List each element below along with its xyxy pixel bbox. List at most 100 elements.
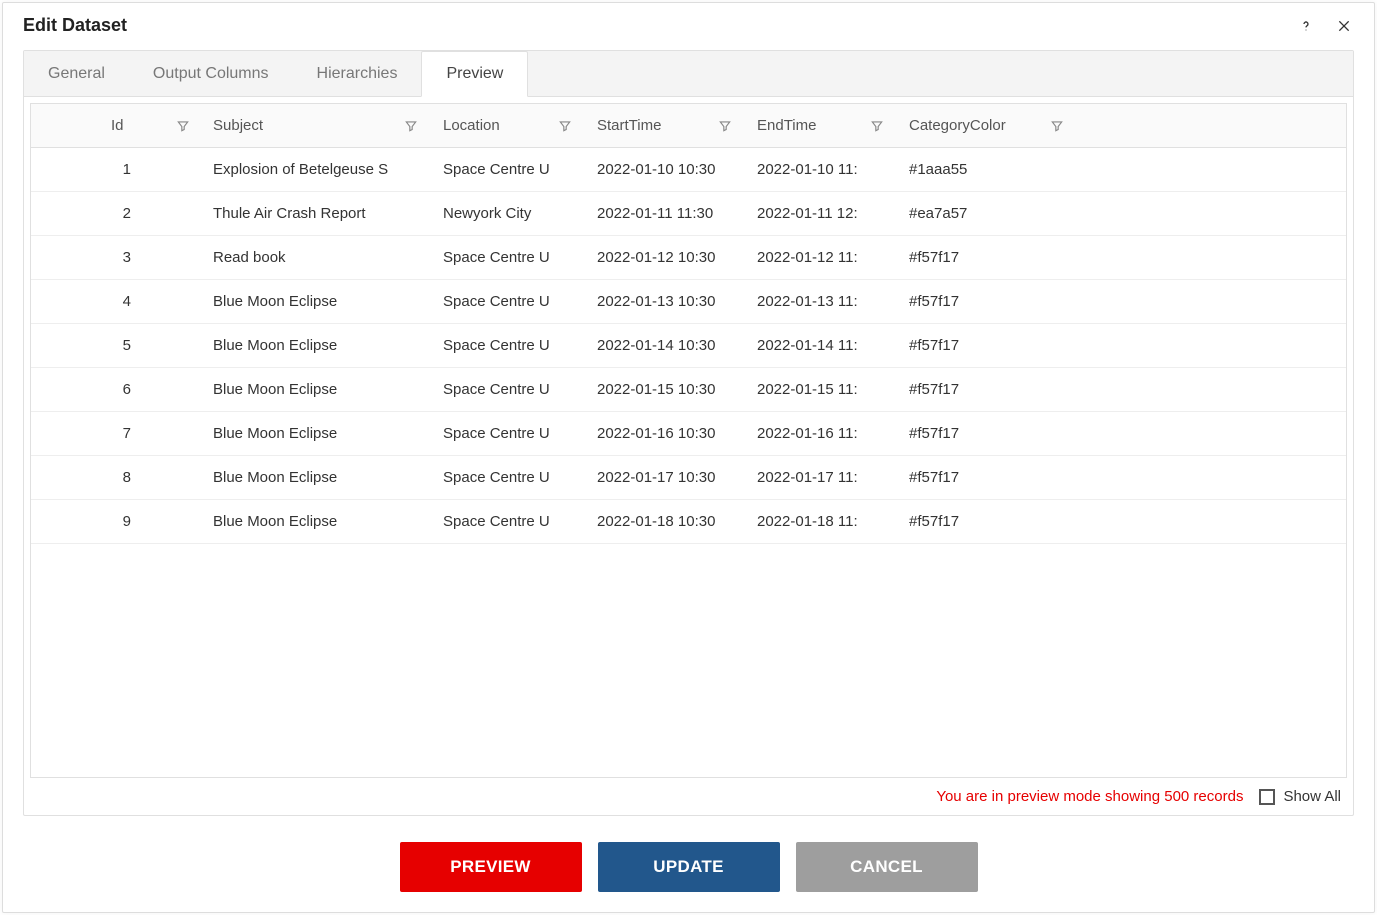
table-row[interactable]: 2Thule Air Crash ReportNewyork City2022-… — [31, 192, 1346, 236]
table-row[interactable]: 4Blue Moon EclipseSpace Centre U2022-01-… — [31, 280, 1346, 324]
cell-location: Space Centre U — [431, 368, 585, 411]
cell-id: 9 — [31, 500, 201, 543]
dialog-header-actions — [1296, 16, 1354, 36]
grid-footer: You are in preview mode showing 500 reco… — [24, 778, 1353, 815]
tab-hierarchies[interactable]: Hierarchies — [293, 51, 422, 96]
column-header-location[interactable]: Location — [431, 104, 585, 147]
preview-mode-note: You are in preview mode showing 500 reco… — [936, 788, 1243, 805]
table-row[interactable]: 5Blue Moon EclipseSpace Centre U2022-01-… — [31, 324, 1346, 368]
table-row[interactable]: 8Blue Moon EclipseSpace Centre U2022-01-… — [31, 456, 1346, 500]
tab-general[interactable]: General — [24, 51, 129, 96]
column-header-starttime[interactable]: StartTime — [585, 104, 745, 147]
table-row[interactable]: 3Read bookSpace Centre U2022-01-12 10:30… — [31, 236, 1346, 280]
filter-icon[interactable] — [404, 119, 418, 133]
cell-location: Newyork City — [431, 192, 585, 235]
checkbox-icon[interactable] — [1259, 789, 1275, 805]
cell-subject: Blue Moon Eclipse — [201, 500, 431, 543]
cell-location: Space Centre U — [431, 324, 585, 367]
column-header-label: Location — [443, 117, 500, 134]
cell-endtime: 2022-01-13 11: — [745, 280, 897, 323]
table-row[interactable]: 9Blue Moon EclipseSpace Centre U2022-01-… — [31, 500, 1346, 544]
grid-header-row: Id Subject Location StartTime — [31, 104, 1346, 148]
cell-subject: Blue Moon Eclipse — [201, 456, 431, 499]
cell-endtime: 2022-01-16 11: — [745, 412, 897, 455]
close-icon[interactable] — [1334, 16, 1354, 36]
cell-id: 6 — [31, 368, 201, 411]
cell-starttime: 2022-01-10 10:30 — [585, 148, 745, 191]
cell-id: 3 — [31, 236, 201, 279]
cell-starttime: 2022-01-11 11:30 — [585, 192, 745, 235]
cell-subject: Blue Moon Eclipse — [201, 324, 431, 367]
column-header-label: CategoryColor — [909, 117, 1006, 134]
cell-categorycolor: #f57f17 — [897, 324, 1077, 367]
cell-id: 7 — [31, 412, 201, 455]
preview-button[interactable]: PREVIEW — [400, 842, 582, 892]
cell-location: Space Centre U — [431, 500, 585, 543]
column-header-categorycolor[interactable]: CategoryColor — [897, 104, 1077, 147]
tab-preview[interactable]: Preview — [421, 51, 528, 97]
show-all-label: Show All — [1283, 788, 1341, 805]
dialog-title: Edit Dataset — [23, 15, 127, 36]
cell-categorycolor: #1aaa55 — [897, 148, 1077, 191]
cell-id: 4 — [31, 280, 201, 323]
dialog-header: Edit Dataset — [23, 15, 1354, 44]
column-header-label: StartTime — [597, 117, 661, 134]
update-button[interactable]: UPDATE — [598, 842, 780, 892]
cell-id: 1 — [31, 148, 201, 191]
cancel-button[interactable]: CANCEL — [796, 842, 978, 892]
cell-subject: Blue Moon Eclipse — [201, 412, 431, 455]
cell-subject: Blue Moon Eclipse — [201, 368, 431, 411]
cell-endtime: 2022-01-15 11: — [745, 368, 897, 411]
cell-subject: Read book — [201, 236, 431, 279]
column-header-endtime[interactable]: EndTime — [745, 104, 897, 147]
cell-categorycolor: #f57f17 — [897, 500, 1077, 543]
cell-endtime: 2022-01-18 11: — [745, 500, 897, 543]
cell-id: 5 — [31, 324, 201, 367]
dialog-body: General Output Columns Hierarchies Previ… — [23, 50, 1354, 816]
cell-categorycolor: #f57f17 — [897, 236, 1077, 279]
table-row[interactable]: 1Explosion of Betelgeuse SSpace Centre U… — [31, 148, 1346, 192]
cell-starttime: 2022-01-12 10:30 — [585, 236, 745, 279]
cell-categorycolor: #f57f17 — [897, 412, 1077, 455]
cell-location: Space Centre U — [431, 280, 585, 323]
cell-subject: Blue Moon Eclipse — [201, 280, 431, 323]
filter-icon[interactable] — [870, 119, 884, 133]
column-header-label: EndTime — [757, 117, 816, 134]
cell-endtime: 2022-01-14 11: — [745, 324, 897, 367]
table-row[interactable]: 6Blue Moon EclipseSpace Centre U2022-01-… — [31, 368, 1346, 412]
column-header-label: Subject — [213, 117, 263, 134]
cell-categorycolor: #f57f17 — [897, 280, 1077, 323]
dialog-action-bar: PREVIEW UPDATE CANCEL — [23, 816, 1354, 892]
cell-endtime: 2022-01-11 12: — [745, 192, 897, 235]
cell-categorycolor: #ea7a57 — [897, 192, 1077, 235]
show-all-toggle[interactable]: Show All — [1259, 788, 1341, 805]
cell-location: Space Centre U — [431, 236, 585, 279]
help-icon[interactable] — [1296, 16, 1316, 36]
cell-location: Space Centre U — [431, 456, 585, 499]
cell-starttime: 2022-01-17 10:30 — [585, 456, 745, 499]
filter-icon[interactable] — [558, 119, 572, 133]
cell-subject: Explosion of Betelgeuse S — [201, 148, 431, 191]
cell-id: 2 — [31, 192, 201, 235]
cell-endtime: 2022-01-10 11: — [745, 148, 897, 191]
cell-categorycolor: #f57f17 — [897, 456, 1077, 499]
tab-output-columns[interactable]: Output Columns — [129, 51, 293, 96]
filter-icon[interactable] — [176, 119, 190, 133]
cell-subject: Thule Air Crash Report — [201, 192, 431, 235]
filter-icon[interactable] — [1050, 119, 1064, 133]
cell-starttime: 2022-01-14 10:30 — [585, 324, 745, 367]
cell-starttime: 2022-01-15 10:30 — [585, 368, 745, 411]
column-header-id[interactable]: Id — [31, 104, 201, 147]
tab-bar: General Output Columns Hierarchies Previ… — [24, 51, 1353, 97]
cell-location: Space Centre U — [431, 148, 585, 191]
cell-starttime: 2022-01-18 10:30 — [585, 500, 745, 543]
filter-icon[interactable] — [718, 119, 732, 133]
edit-dataset-dialog: Edit Dataset General Output Columns Hier… — [2, 2, 1375, 913]
cell-id: 8 — [31, 456, 201, 499]
column-header-subject[interactable]: Subject — [201, 104, 431, 147]
column-header-label: Id — [111, 117, 124, 134]
table-row[interactable]: 7Blue Moon EclipseSpace Centre U2022-01-… — [31, 412, 1346, 456]
grid-body[interactable]: 1Explosion of Betelgeuse SSpace Centre U… — [31, 148, 1346, 777]
cell-starttime: 2022-01-16 10:30 — [585, 412, 745, 455]
cell-starttime: 2022-01-13 10:30 — [585, 280, 745, 323]
